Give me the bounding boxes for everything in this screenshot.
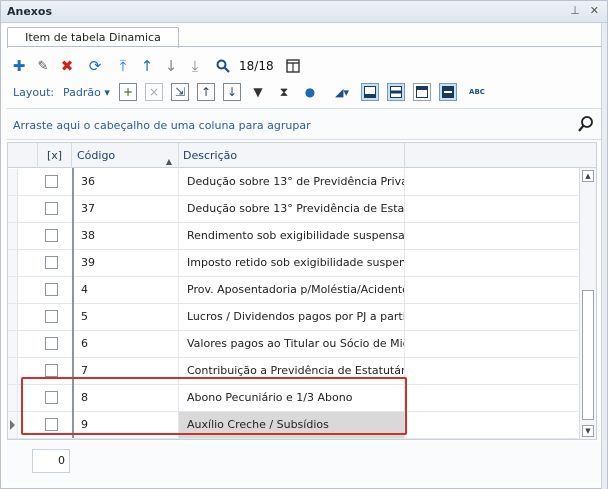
grid-search-icon[interactable] — [577, 115, 595, 133]
vertical-scrollbar[interactable]: ▲ ▼ — [579, 168, 596, 439]
cell-descricao: Lucros / Dividendos pagos por PJ a parti… — [179, 304, 405, 330]
grid-footer: 0 — [7, 442, 601, 482]
abc-icon[interactable]: ABC — [467, 83, 487, 101]
group-by-hint: Arraste aqui o cabeçalho de uma coluna p… — [13, 119, 311, 132]
panel-title: Anexos — [7, 5, 53, 18]
export-icon[interactable]: ⇲ — [171, 83, 189, 101]
row-indicator — [8, 304, 18, 330]
layout-icon[interactable] — [283, 55, 303, 77]
tab-item-tabela-dinamica[interactable]: Item de tabela Dinamica — [7, 27, 179, 48]
download-icon[interactable]: ↓ — [223, 83, 241, 101]
cell-descricao: Rendimento sob exigibilidade suspensa — [179, 223, 405, 249]
grid-view-3-icon[interactable] — [413, 83, 431, 101]
last-icon[interactable]: ⤓ — [185, 55, 205, 77]
cell-codigo: 36 — [72, 169, 179, 195]
refresh-icon[interactable]: ⟳ — [85, 55, 105, 77]
scroll-up-icon[interactable]: ▲ — [582, 170, 594, 182]
insert-column-icon[interactable]: + — [119, 83, 137, 101]
row-checkbox[interactable] — [45, 283, 58, 296]
cell-codigo: 38 — [72, 223, 179, 249]
pin-icon[interactable]: ⊥ — [570, 4, 580, 17]
table-row[interactable]: 39 Imposto retido sob exigibilidade suspe… — [8, 250, 578, 277]
header-codigo[interactable]: Código ▲ — [72, 143, 179, 168]
header-codigo-label: Código — [77, 149, 116, 162]
scroll-down-icon[interactable]: ▼ — [582, 425, 594, 437]
row-indicator — [8, 358, 18, 384]
layout-toolbar: Layout: Padrão ▾ + × ⇲ ↑ ↓ ▼ ⧗ ● ◢▾ ABC — [9, 81, 599, 105]
cell-descricao: Imposto retido sob exigibilidade suspens… — [179, 250, 405, 276]
record-counter: 18/18 — [239, 59, 274, 73]
table-row[interactable]: 38 Rendimento sob exigibilidade suspensa — [8, 223, 578, 250]
row-indicator — [8, 169, 18, 195]
row-checkbox[interactable] — [45, 202, 58, 215]
row-checkbox[interactable] — [45, 337, 58, 350]
search-icon[interactable] — [213, 55, 233, 77]
first-icon[interactable]: ⤒ — [113, 55, 133, 77]
cell-codigo: 6 — [72, 331, 179, 357]
chevron-down-icon: ▾ — [104, 86, 110, 99]
row-checkbox[interactable] — [45, 229, 58, 242]
grid-view-2-icon[interactable] — [387, 83, 405, 101]
add-icon[interactable]: ✚ — [9, 55, 29, 77]
row-checkbox[interactable] — [45, 175, 58, 188]
table-row[interactable]: 6 Valores pagos ao Titular ou Sócio de Mi… — [8, 331, 578, 358]
record-toolbar: ✚ ✎ ✖ ⟳ ⤒ ↑ ↓ ⤓ 18/18 — [9, 55, 599, 77]
scroll-thumb[interactable] — [582, 290, 594, 420]
row-indicator — [8, 277, 18, 303]
cell-descricao: Prov. Aposentadoria p/Moléstia/Acidente.… — [179, 277, 405, 303]
layout-label: Layout: — [13, 86, 55, 99]
grid-header: [x] Código ▲ Descrição — [8, 143, 596, 168]
table-row[interactable]: 4 Prov. Aposentadoria p/Moléstia/Acidente… — [8, 277, 578, 304]
layout-dropdown[interactable]: Padrão ▾ — [63, 86, 110, 99]
header-descricao[interactable]: Descrição — [179, 143, 405, 168]
table-row[interactable]: 5 Lucros / Dividendos pagos por PJ a part… — [8, 304, 578, 331]
color-icon[interactable]: ● — [301, 83, 319, 101]
row-checkbox[interactable] — [45, 364, 58, 377]
format-icon[interactable]: ▼ — [249, 83, 267, 101]
cell-codigo: 39 — [72, 250, 179, 276]
right-edge-strip — [601, 23, 607, 489]
current-row-arrow-icon — [10, 420, 15, 430]
chart-icon[interactable]: ◢▾ — [329, 83, 355, 101]
grid-view-4-icon[interactable] — [439, 83, 457, 101]
table-row[interactable]: 37Dedução sobre 13° Previdência de Estat… — [8, 196, 578, 223]
delete-icon[interactable]: ✖ — [57, 55, 77, 77]
close-icon[interactable]: ✕ — [590, 4, 599, 17]
row-checkbox[interactable] — [45, 310, 58, 323]
row-indicator — [8, 331, 18, 357]
cell-descricao: Valores pagos ao Titular ou Sócio de Mic… — [179, 331, 405, 357]
row-checkbox[interactable] — [45, 256, 58, 269]
row-indicator — [8, 385, 18, 411]
tab-divider — [7, 46, 601, 47]
grid-view-1-icon[interactable] — [361, 83, 379, 101]
cell-descricao: Dedução sobre 13° Previdência de Estatut… — [179, 196, 405, 222]
red-highlight-box — [21, 377, 407, 435]
cell-codigo: 4 — [72, 277, 179, 303]
header-indicator — [8, 143, 38, 168]
cell-descricao: Dedução sobre 13° de Previdência Privada — [179, 169, 405, 195]
table-row[interactable]: 36 Dedução sobre 13° de Previdência Priva… — [8, 169, 578, 196]
layout-dropdown-value: Padrão — [63, 86, 101, 99]
row-indicator — [8, 223, 18, 249]
header-checkbox[interactable]: [x] — [38, 143, 72, 168]
panel-titlebar: Anexos ⊥ ✕ — [1, 1, 607, 23]
row-indicator — [8, 250, 18, 276]
footer-count: 0 — [32, 449, 70, 473]
down-icon[interactable]: ↓ — [161, 55, 181, 77]
up-icon[interactable]: ↑ — [137, 55, 157, 77]
cell-codigo: 5 — [72, 304, 179, 330]
upload-icon[interactable]: ↑ — [197, 83, 215, 101]
edit-icon[interactable]: ✎ — [33, 55, 53, 77]
paint-icon[interactable]: ⧗ — [275, 83, 293, 101]
remove-column-icon[interactable]: × — [145, 83, 163, 101]
group-by-bar[interactable]: Arraste aqui o cabeçalho de uma coluna p… — [7, 108, 601, 140]
row-indicator — [8, 412, 18, 438]
anexos-panel: Anexos ⊥ ✕ Item de tabela Dinamica ✚ ✎ ✖… — [0, 0, 608, 489]
row-indicator — [8, 196, 18, 222]
cell-codigo: 37 — [72, 196, 179, 222]
